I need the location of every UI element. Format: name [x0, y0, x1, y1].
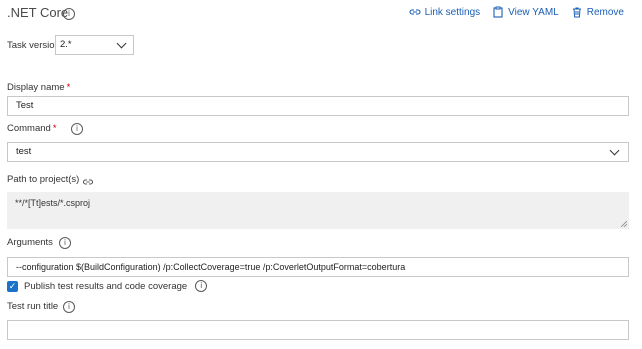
path-to-projects-textarea[interactable]: **/*[Tt]ests/*.csproj: [7, 192, 629, 229]
remove-button[interactable]: Remove: [571, 6, 624, 18]
path-to-projects-label: Path to project(s): [7, 174, 80, 185]
display-name-label-text: Display name: [7, 82, 65, 93]
test-run-title-input[interactable]: [7, 320, 629, 340]
header-actions: Link settings View YAML Remove: [409, 6, 624, 18]
task-version-value: 2.*: [60, 39, 72, 50]
link-icon: [409, 6, 421, 18]
clipboard-icon: [492, 6, 504, 18]
command-value: test: [16, 146, 32, 157]
info-icon[interactable]: i: [59, 237, 71, 249]
task-version-select[interactable]: 2.*: [55, 35, 134, 55]
path-to-projects-value: **/*[Tt]ests/*.csproj: [15, 198, 91, 208]
required-marker: *: [66, 82, 71, 93]
command-label: Command *: [7, 123, 57, 134]
info-icon[interactable]: i: [195, 280, 208, 292]
task-title: .NET Core: [7, 5, 69, 20]
task-version-label: Task version: [7, 40, 60, 51]
chevron-down-icon: [116, 38, 127, 49]
view-yaml-label: View YAML: [508, 6, 559, 18]
chevron-down-icon: [609, 145, 620, 156]
publish-results-label[interactable]: Publish test results and code coverage: [24, 281, 187, 292]
trash-icon: [571, 6, 583, 18]
info-icon[interactable]: i: [71, 123, 83, 135]
publish-results-checkbox[interactable]: ✓: [7, 280, 18, 292]
command-select[interactable]: test: [7, 142, 629, 162]
view-yaml-button[interactable]: View YAML: [492, 6, 559, 18]
link-icon[interactable]: [82, 174, 94, 185]
info-icon[interactable]: i: [63, 8, 75, 20]
link-settings-label: Link settings: [424, 6, 481, 18]
required-marker: *: [52, 123, 57, 134]
remove-label: Remove: [586, 6, 624, 18]
display-name-label: Display name *: [7, 82, 70, 93]
publish-results-row: ✓ Publish test results and code coverage…: [7, 280, 208, 292]
arguments-label: Arguments: [7, 237, 53, 248]
display-name-input[interactable]: Test: [7, 96, 629, 116]
task-editor-panel: .NET Core i Link settings View YAML Remo…: [0, 0, 642, 349]
test-run-title-label: Test run title: [7, 301, 59, 312]
resize-grip-icon[interactable]: [621, 221, 627, 227]
link-settings-button[interactable]: Link settings: [409, 6, 481, 18]
info-icon[interactable]: i: [63, 301, 75, 313]
arguments-input[interactable]: --configuration $(BuildConfiguration) /p…: [7, 257, 629, 277]
command-label-text: Command: [7, 123, 51, 134]
